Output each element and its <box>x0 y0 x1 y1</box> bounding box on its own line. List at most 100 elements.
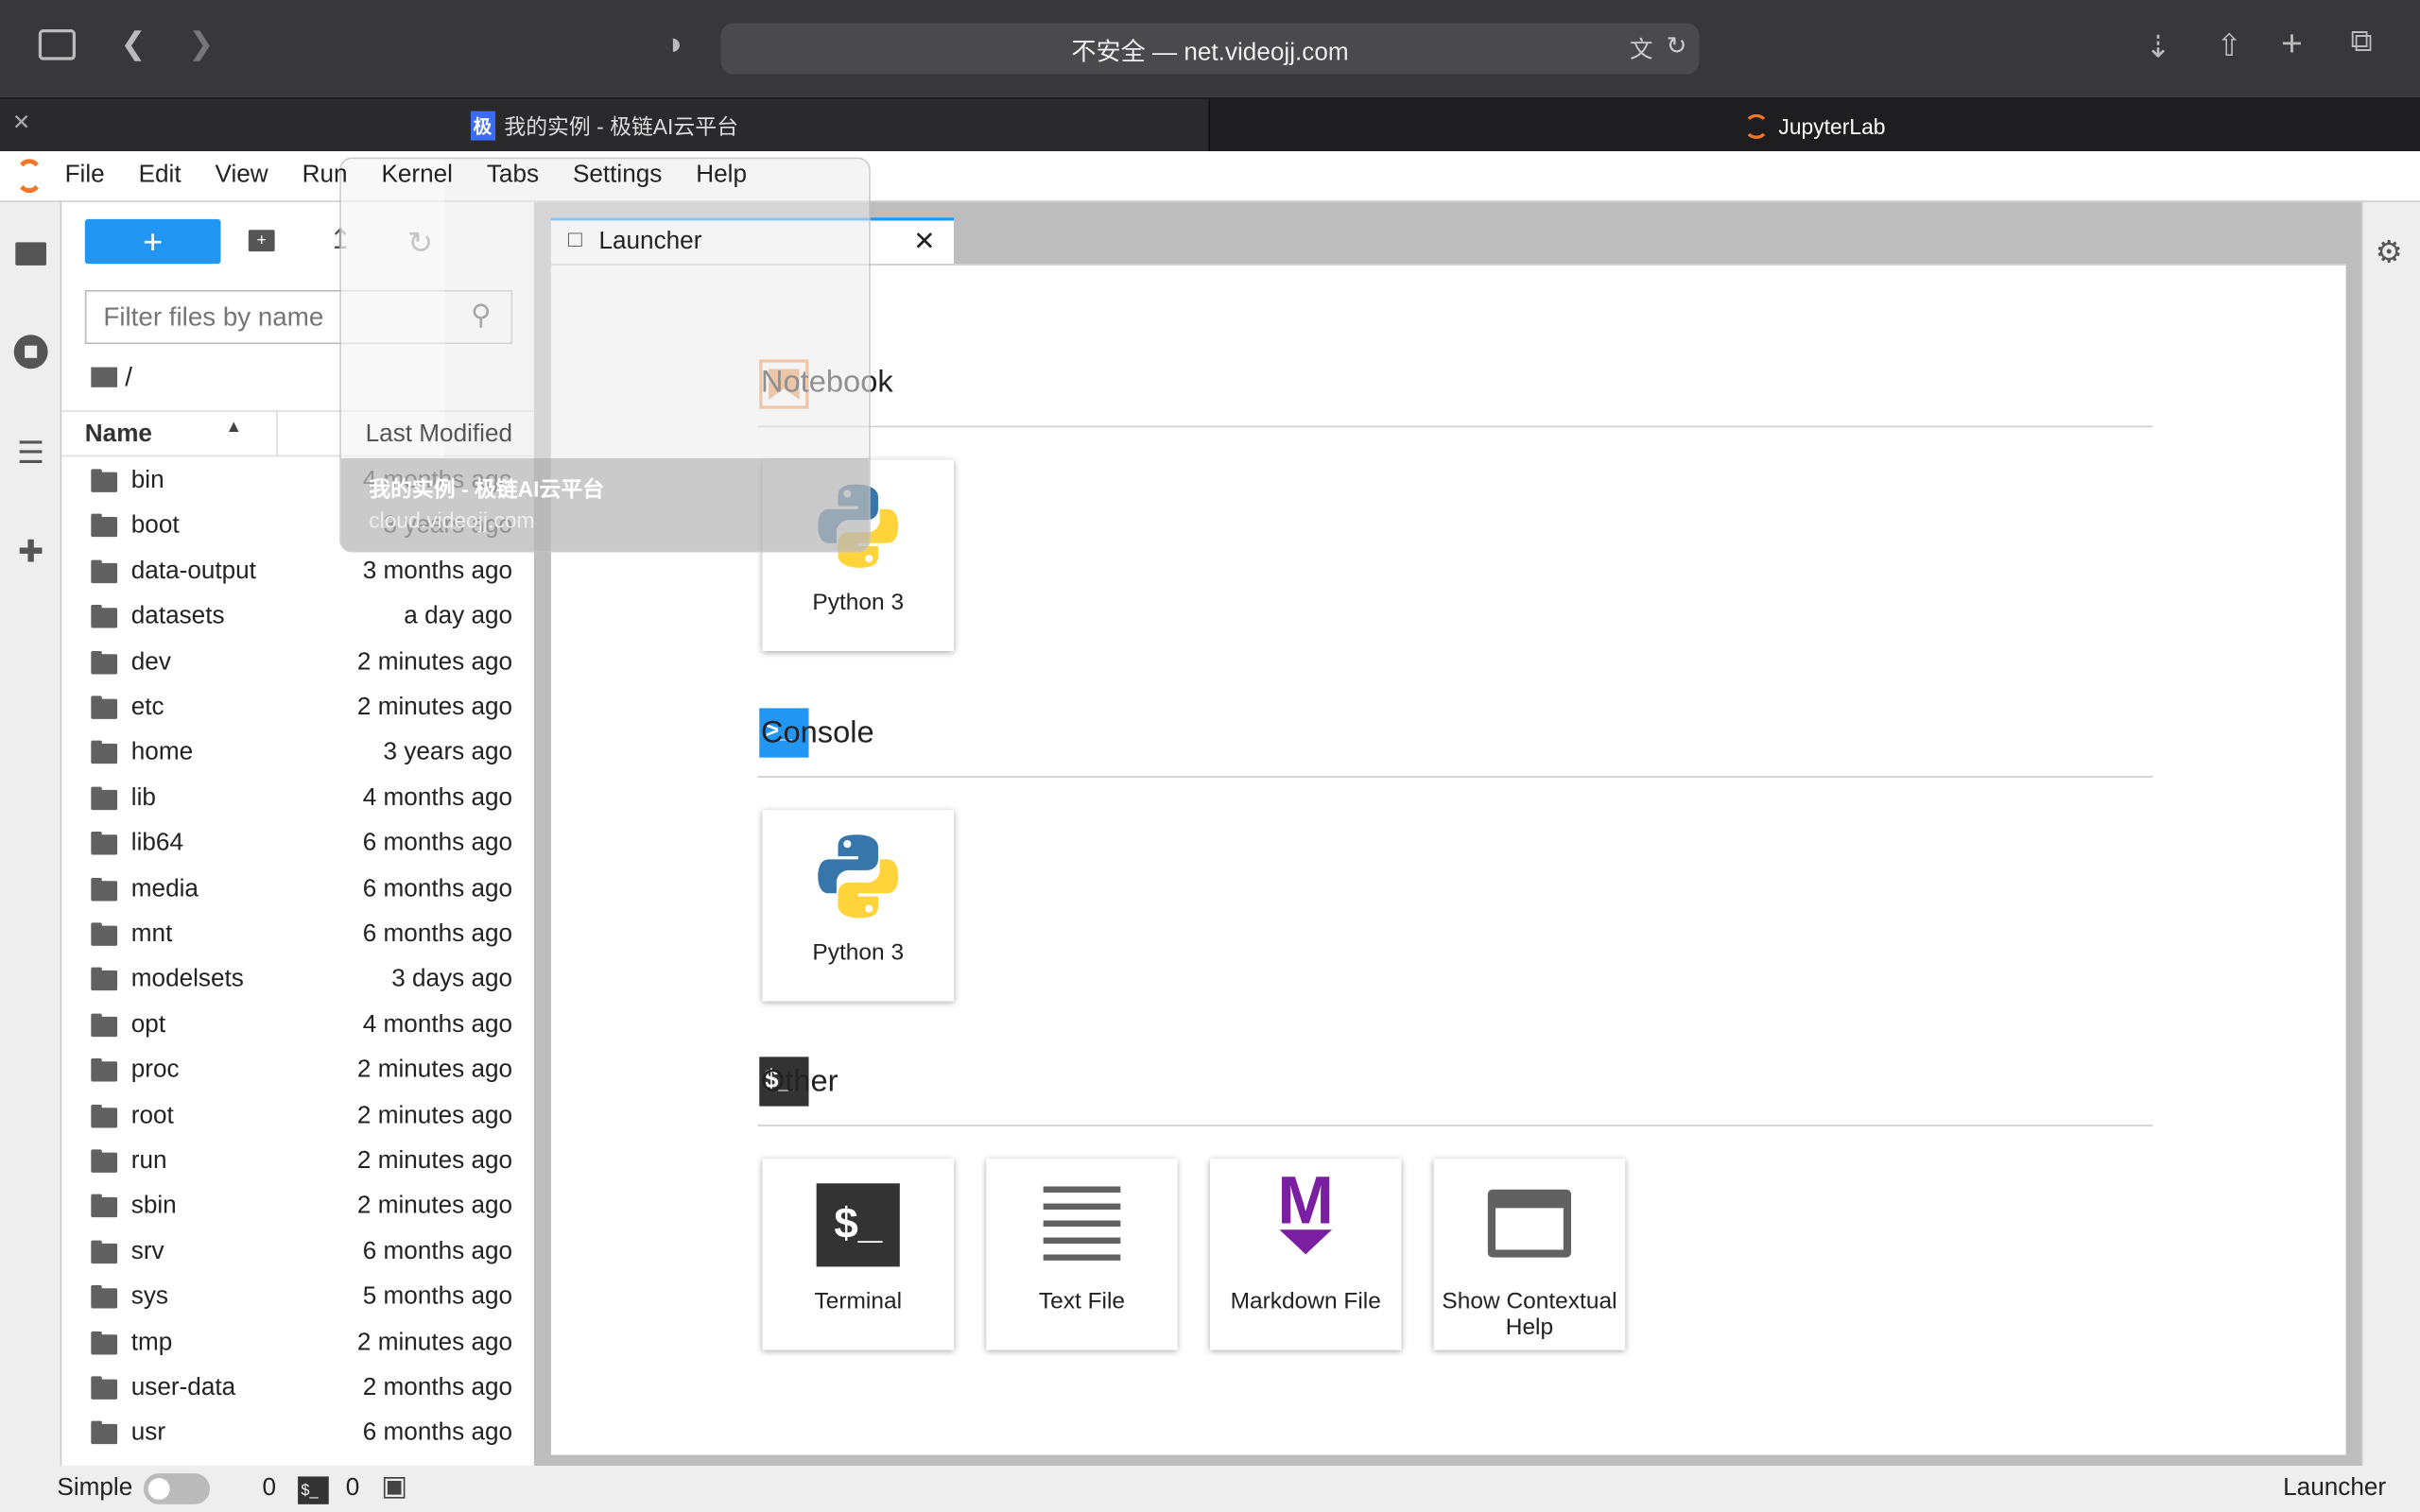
extension-puzzle-icon[interactable]: ✚ <box>12 532 49 570</box>
contextual-help-card[interactable]: Show Contextual Help <box>1433 1159 1626 1350</box>
file-row-sys[interactable]: sys 5 months ago <box>61 1277 534 1321</box>
breadcrumb-root[interactable]: / <box>125 363 132 394</box>
markdown-file-card[interactable]: M Markdown File <box>1209 1159 1402 1350</box>
browser-tab-1[interactable]: ✕ 极 我的实例 - 极链AI云平台 <box>0 98 1208 152</box>
file-row-proc[interactable]: proc 2 minutes ago <box>61 1050 534 1094</box>
file-row-lib[interactable]: lib 4 months ago <box>61 778 534 822</box>
new-tab-icon[interactable]: + <box>2281 23 2303 66</box>
file-row-modelsets[interactable]: modelsets 3 days ago <box>61 959 534 1004</box>
file-name: boot <box>130 512 180 540</box>
notebook-python3-card[interactable]: Python 3 <box>762 459 954 651</box>
file-row-etc[interactable]: etc 2 minutes ago <box>61 687 534 731</box>
card-label: Python 3 <box>812 589 905 616</box>
folder-icon <box>91 1104 118 1127</box>
ji-logo-icon: 极 <box>470 111 495 141</box>
share-icon[interactable]: ⇧ <box>2216 26 2241 65</box>
file-row-datasets[interactable]: datasets a day ago <box>61 596 534 641</box>
close-tab-icon[interactable]: ✕ <box>12 110 30 136</box>
column-name[interactable]: Name <box>85 421 152 449</box>
folder-icon <box>91 1421 118 1445</box>
file-name: opt <box>130 1011 166 1039</box>
file-name: run <box>130 1147 167 1175</box>
terminal-card[interactable]: $_ Terminal <box>762 1159 954 1350</box>
download-icon[interactable]: ⇣ <box>2145 27 2170 66</box>
file-row-root[interactable]: root 2 minutes ago <box>61 1095 534 1140</box>
sort-ascending-icon[interactable]: ▲ <box>225 418 242 437</box>
file-row-home[interactable]: home 3 years ago <box>61 732 534 777</box>
menu-settings[interactable]: Settings <box>573 162 662 189</box>
card-label: Show Contextual Help <box>1442 1288 1617 1341</box>
column-last-modified[interactable]: Last Modified <box>366 421 512 449</box>
file-row-sbin[interactable]: sbin 2 minutes ago <box>61 1186 534 1230</box>
file-row-tmp[interactable]: tmp 2 minutes ago <box>61 1322 534 1366</box>
property-inspector-gears-icon[interactable]: ⚙ <box>2376 233 2403 272</box>
file-row-opt[interactable]: opt 4 months ago <box>61 1005 534 1049</box>
file-name: media <box>130 875 199 902</box>
section-console-title: Console <box>760 715 874 750</box>
tab-launcher[interactable]: □ Launcher ✕ <box>550 217 954 265</box>
file-row-dev[interactable]: dev 2 minutes ago <box>61 642 534 686</box>
folder-icon <box>91 741 118 765</box>
refresh-icon[interactable]: ↻ <box>407 224 433 263</box>
file-modified: 3 months ago <box>362 558 513 585</box>
file-row-bin[interactable]: bin 4 months ago <box>61 460 534 505</box>
menu-run[interactable]: Run <box>302 162 348 189</box>
menu-edit[interactable]: Edit <box>139 162 182 189</box>
folder-icon[interactable] <box>12 236 49 273</box>
active-tab-label: Launcher <box>2283 1474 2387 1502</box>
menu-help[interactable]: Help <box>696 162 747 189</box>
file-browser: + + ↥ ↻ ⚲ / Name ▲ Last Modified bin 4 mo… <box>61 201 534 1467</box>
section-other-title: Other <box>760 1064 838 1099</box>
shield-icon[interactable]: ◑ <box>664 27 683 63</box>
file-row-usr[interactable]: usr 6 months ago <box>61 1413 534 1457</box>
address-bar[interactable]: 不安全 — net.videojj.com 文 ↻ <box>720 23 1700 75</box>
back-icon[interactable]: ❮ <box>120 25 146 63</box>
file-modified: 6 months ago <box>362 830 513 857</box>
file-row-run[interactable]: run 2 minutes ago <box>61 1141 534 1185</box>
forward-icon[interactable]: ❯ <box>188 25 214 63</box>
menu-file[interactable]: File <box>65 162 105 189</box>
running-sessions-icon[interactable] <box>12 335 49 371</box>
console-python3-card[interactable]: Python 3 <box>762 810 954 1002</box>
card-label: Markdown File <box>1230 1288 1381 1315</box>
terminal-count[interactable]: 0 <box>346 1475 360 1503</box>
folder-icon <box>91 605 118 628</box>
kernel-count[interactable]: 0 <box>263 1475 277 1503</box>
sidebar-toggle-icon[interactable] <box>38 29 76 60</box>
contextual-help-icon <box>1487 1189 1572 1258</box>
file-row-boot[interactable]: boot 3 years ago <box>61 506 534 550</box>
menu-kernel[interactable]: Kernel <box>381 162 453 189</box>
filter-files-input[interactable] <box>84 289 513 345</box>
folder-icon <box>91 559 118 583</box>
table-of-contents-icon[interactable]: ☰ <box>12 434 49 471</box>
file-name: sys <box>130 1283 168 1311</box>
menu-view[interactable]: View <box>216 162 268 189</box>
folder-icon <box>91 786 118 810</box>
new-folder-icon[interactable]: + <box>248 230 275 252</box>
reload-icon[interactable]: ↻ <box>1667 31 1687 62</box>
new-launcher-button[interactable]: + <box>84 218 221 265</box>
file-row-media[interactable]: media 6 months ago <box>61 868 534 913</box>
file-row-data-output[interactable]: data-output 3 months ago <box>61 551 534 595</box>
close-icon[interactable]: ✕ <box>913 227 935 258</box>
file-row-srv[interactable]: srv 6 months ago <box>61 1231 534 1276</box>
text-file-card[interactable]: Text File <box>986 1159 1178 1350</box>
simple-mode-toggle[interactable] <box>143 1473 211 1504</box>
file-row-mnt[interactable]: mnt 6 months ago <box>61 914 534 958</box>
menu-tabs[interactable]: Tabs <box>487 162 539 189</box>
file-name: bin <box>130 467 164 494</box>
translate-icon[interactable]: 文 <box>1630 32 1653 64</box>
activity-bar: ☰ ✚ <box>0 201 62 1467</box>
text-file-icon <box>1043 1186 1121 1261</box>
file-modified: 4 months ago <box>362 1011 513 1039</box>
card-label: Text File <box>1038 1288 1126 1315</box>
tab-label: Launcher <box>598 228 702 255</box>
file-row-lib64[interactable]: lib64 6 months ago <box>61 823 534 868</box>
file-name: dev <box>130 648 171 676</box>
file-modified: 4 months ago <box>362 467 513 494</box>
file-modified: 5 months ago <box>362 1283 513 1311</box>
tab-overview-icon[interactable]: ⧉ <box>2351 25 2373 60</box>
file-row-user-data[interactable]: user-data 2 months ago <box>61 1367 534 1412</box>
upload-icon[interactable]: ↥ <box>329 224 353 256</box>
browser-tab-2[interactable]: JupyterLab <box>1208 98 2420 153</box>
